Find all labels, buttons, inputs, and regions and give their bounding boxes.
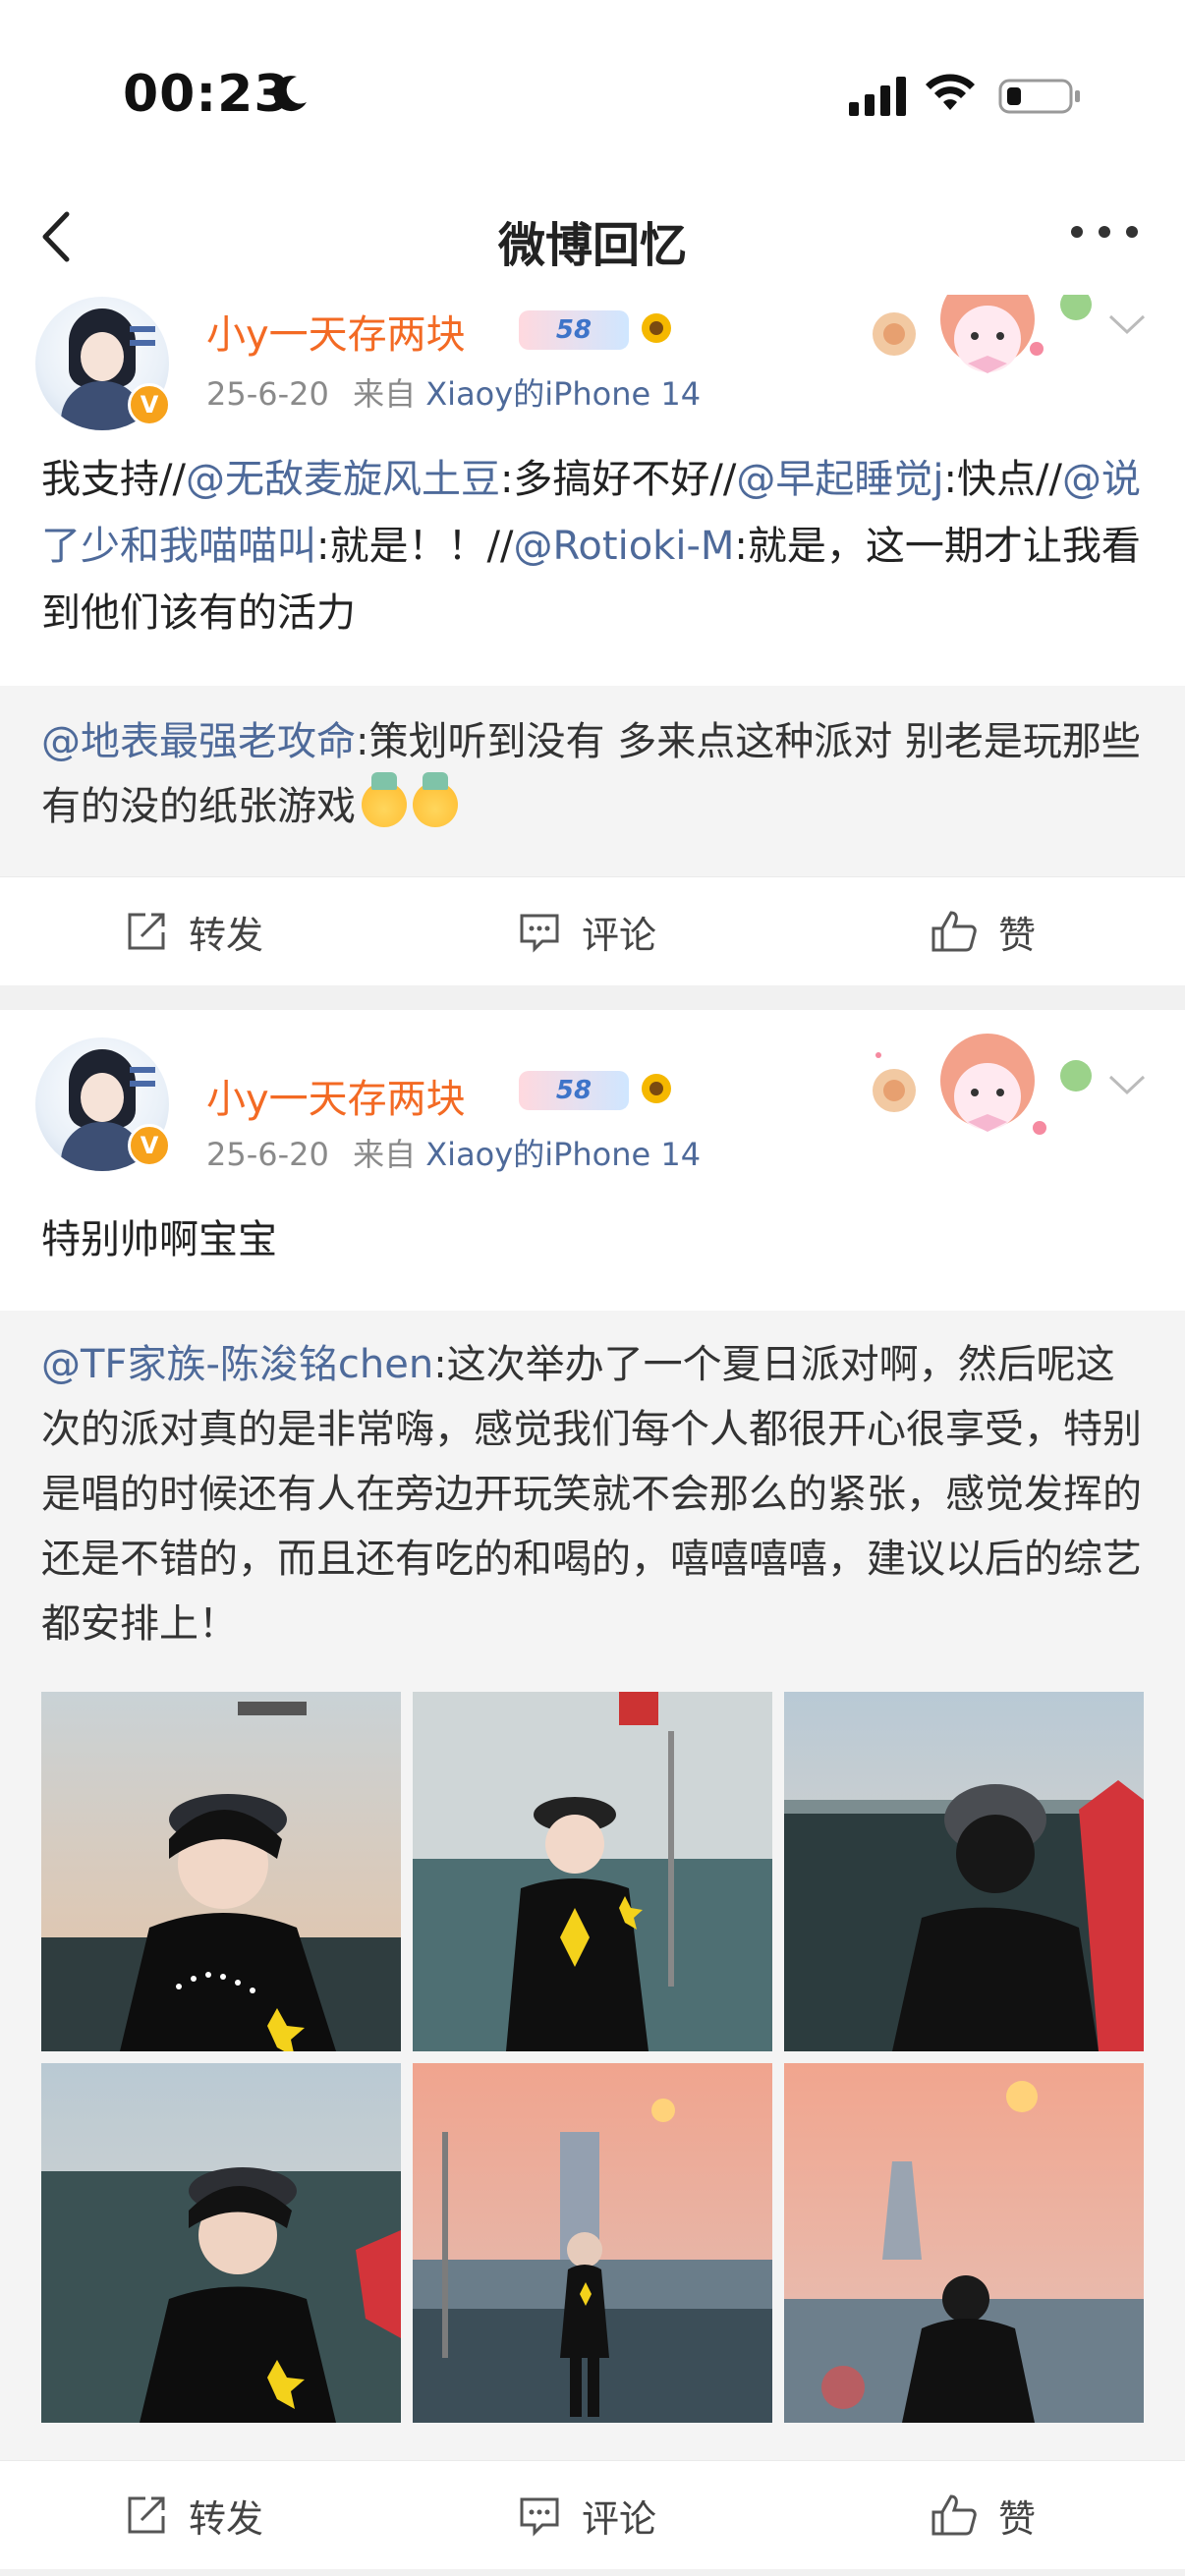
photo-2[interactable] — [413, 1692, 772, 2051]
content-text: :快点// — [943, 457, 1062, 502]
mention-link[interactable]: @无敌麦旋风土豆 — [186, 457, 500, 502]
page-title: 微博回忆 — [497, 218, 687, 273]
post-date: 25-6-20 — [206, 375, 329, 413]
content-text: 我支持// — [41, 457, 186, 502]
verified-badge-icon: V — [128, 383, 171, 426]
sunflower-icon — [642, 1074, 671, 1103]
sunflower-icon — [642, 313, 671, 343]
quote-body: :这次举办了一个夏日派对啊，然后呢这次的派对真的是非常嗨，感觉我们每个人都很开心… — [41, 1342, 1142, 1647]
quoted-post[interactable]: @TF家族-陈浚铭chen:这次举办了一个夏日派对啊，然后呢这次的派对真的是非常… — [0, 1311, 1185, 2460]
repost-label: 转发 — [189, 913, 264, 957]
comment-label: 评论 — [582, 913, 657, 957]
status-time: 00:23 — [123, 65, 291, 124]
chevron-down-icon[interactable] — [1104, 308, 1150, 338]
repost-icon — [128, 2496, 165, 2534]
username[interactable]: 小y一天存两块 — [206, 1067, 466, 1124]
username[interactable]: 小y一天存两块 — [206, 303, 466, 360]
thumbs-up-icon — [931, 911, 977, 952]
photo-1[interactable] — [41, 1692, 401, 2051]
content-text: :就是！！// — [316, 524, 514, 569]
comment-label: 评论 — [582, 2496, 657, 2541]
comment-icon — [520, 914, 559, 953]
post-content: 特别帅啊宝宝 — [41, 1217, 277, 1262]
more-icon[interactable] — [1071, 214, 1140, 244]
emoji-icon — [362, 772, 407, 827]
mention-link[interactable]: @早起睡觉j — [736, 457, 943, 502]
like-label: 赞 — [998, 913, 1037, 957]
comment-icon — [520, 2497, 559, 2537]
wifi-icon — [926, 74, 975, 110]
post-card: V 小y一天存两块 58 25-6-20 来自 Xiaoy的iPhone 14 … — [0, 1010, 1185, 1311]
decoration-sticker-icon — [873, 1034, 1092, 1135]
source-prefix: 来自 — [353, 375, 417, 413]
repost-button[interactable]: 转发 — [124, 877, 263, 985]
post-device[interactable]: Xiaoy的iPhone 14 — [425, 1136, 701, 1173]
post-card: V 小y一天存两块 58 25-6-20 来自 Xiaoy的iPhone 14 … — [0, 295, 1185, 686]
level-badge: 58 — [519, 310, 629, 350]
status-bar: 00:23 — [0, 0, 1185, 187]
quoted-text: @地表最强老攻命:策划听到没有 多来点这种派对 别老是玩那些有的没的纸张游戏 — [41, 709, 1154, 839]
comment-button[interactable]: 评论 — [517, 877, 656, 985]
post-meta: 25-6-20 来自 Xiaoy的iPhone 14 — [206, 1130, 701, 1175]
photo-3[interactable] — [784, 1692, 1144, 2051]
like-label: 赞 — [998, 2496, 1037, 2541]
thumbs-up-icon — [931, 2494, 977, 2536]
photo-6[interactable] — [784, 2063, 1144, 2423]
chevron-down-icon[interactable] — [1104, 1069, 1150, 1098]
repost-button[interactable]: 转发 — [124, 2461, 263, 2569]
repost-icon — [128, 913, 165, 950]
battery-icon — [998, 79, 1080, 114]
post-date: 25-6-20 — [206, 1136, 329, 1173]
post-content: 我支持//@无敌麦旋风土豆:多搞好不好//@早起睡觉j:快点//@说了少和我喵喵… — [41, 446, 1148, 646]
post-meta: 25-6-20 来自 Xiaoy的iPhone 14 — [206, 369, 701, 415]
photo-4[interactable] — [41, 2063, 401, 2423]
moon-icon — [273, 76, 307, 112]
post-device[interactable]: Xiaoy的iPhone 14 — [425, 375, 701, 413]
photo-5[interactable] — [413, 2063, 772, 2423]
mention-link[interactable]: @TF家族-陈浚铭chen — [41, 1342, 433, 1387]
source-prefix: 来自 — [353, 1136, 417, 1173]
decoration-sticker-icon — [873, 295, 1092, 373]
like-button[interactable]: 赞 — [930, 877, 1036, 985]
action-bar: 转发 评论 赞 — [0, 876, 1185, 985]
content-text: :多搞好不好// — [499, 457, 737, 502]
mention-link[interactable]: @地表最强老攻命 — [41, 719, 356, 764]
action-bar: 转发 评论 赞 — [0, 2460, 1185, 2569]
mention-link[interactable]: @Rotioki-M — [513, 524, 734, 569]
like-button[interactable]: 赞 — [930, 2461, 1036, 2569]
quoted-post[interactable]: @地表最强老攻命:策划听到没有 多来点这种派对 别老是玩那些有的没的纸张游戏 — [0, 686, 1185, 876]
level-badge: 58 — [519, 1071, 629, 1110]
verified-badge-icon: V — [128, 1124, 171, 1167]
emoji-icon — [413, 772, 458, 827]
cellular-signal-icon — [849, 77, 906, 116]
quoted-text: @TF家族-陈浚铭chen:这次举办了一个夏日派对啊，然后呢这次的派对真的是非常… — [41, 1332, 1154, 1656]
repost-label: 转发 — [189, 2496, 264, 2541]
nav-bar: 微博回忆 — [0, 187, 1185, 295]
comment-button[interactable]: 评论 — [517, 2461, 656, 2569]
